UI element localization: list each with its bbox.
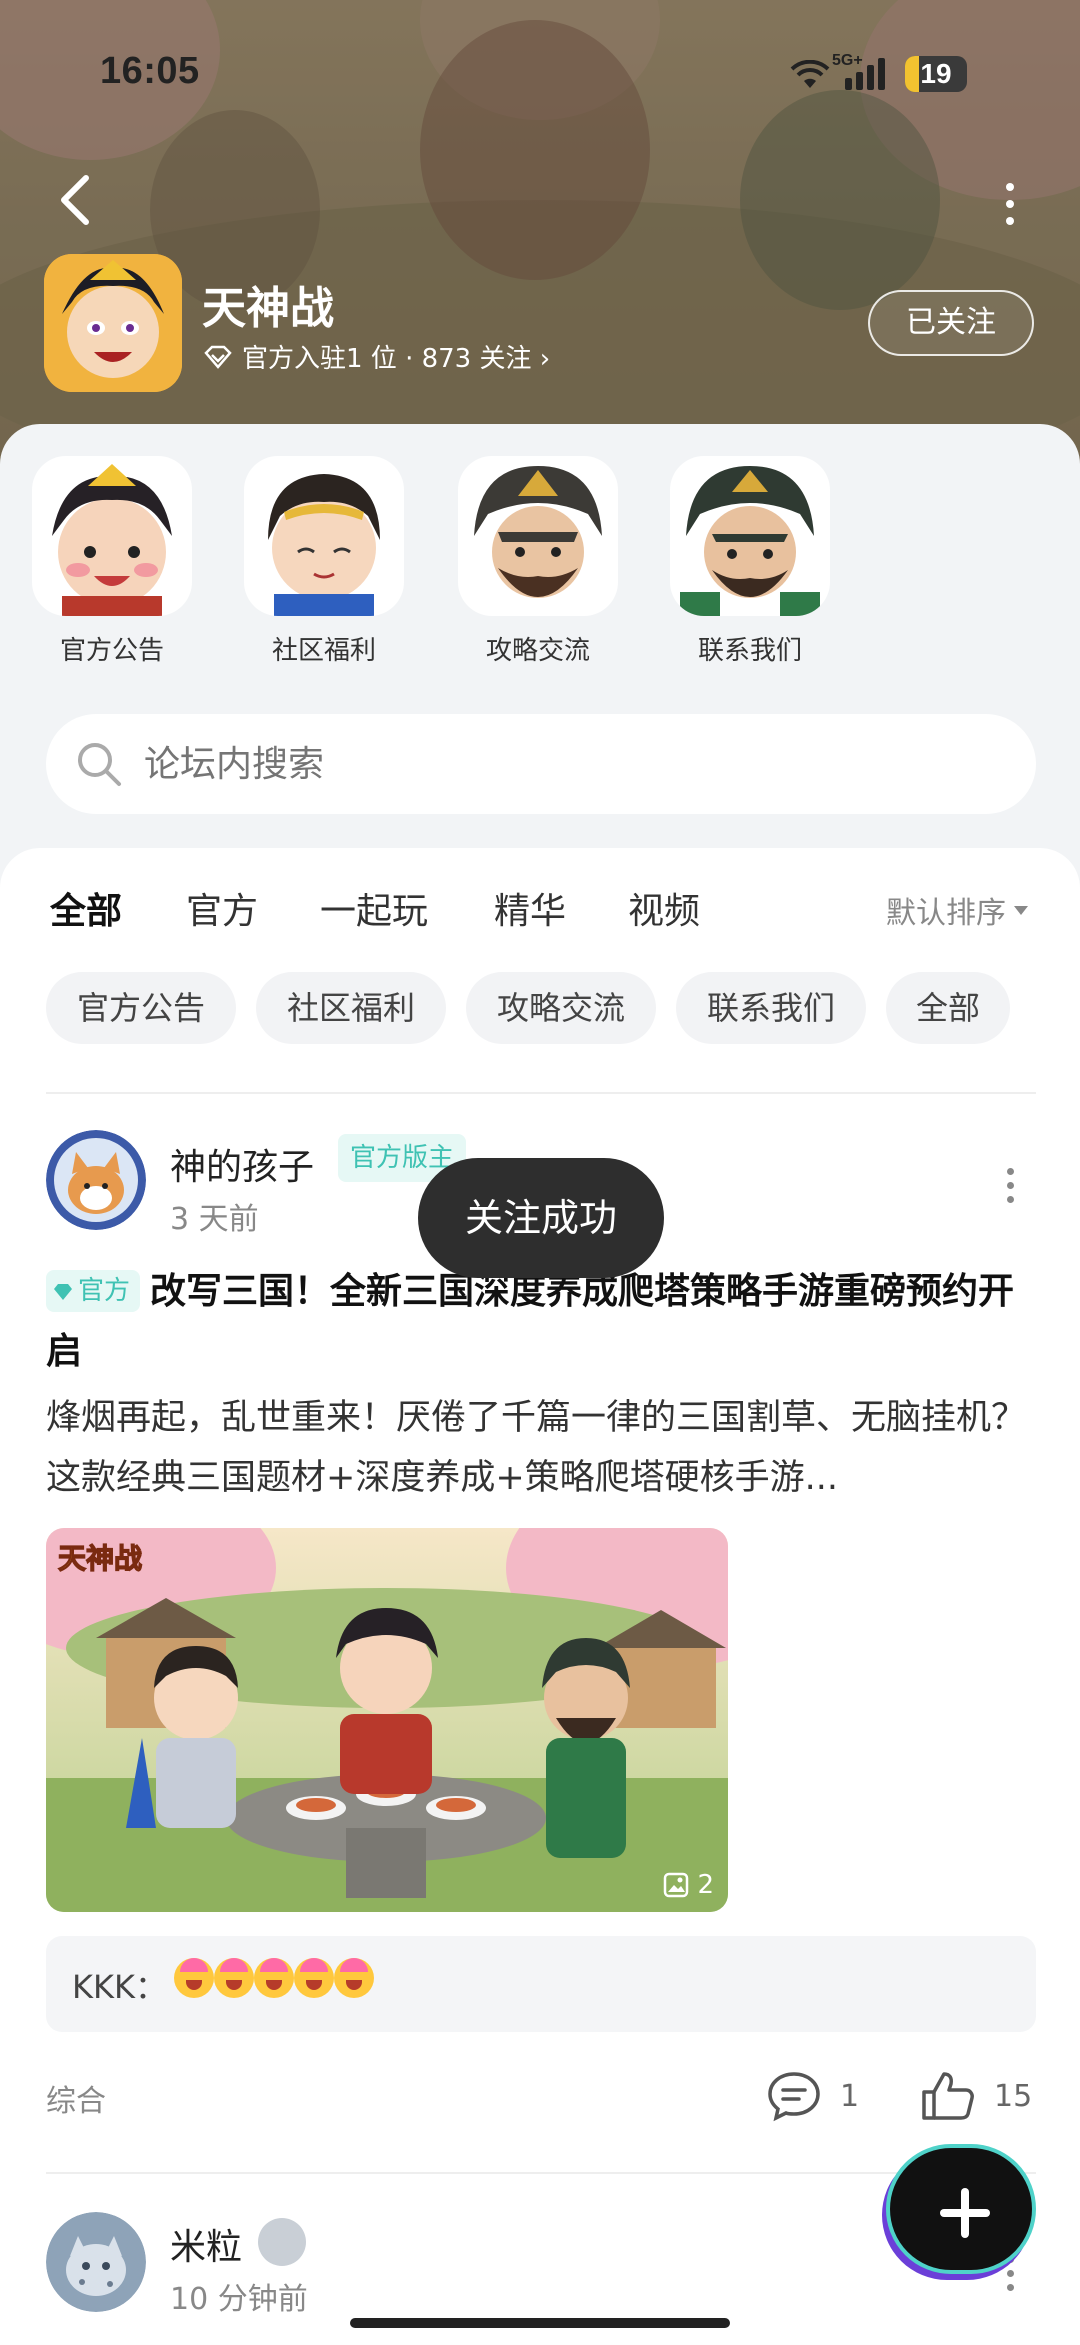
shortcut-contact-us[interactable]: 联系我们 <box>670 456 830 667</box>
chip-strategy-exchange[interactable]: 攻略交流 <box>466 972 656 1044</box>
forum-search-bar[interactable] <box>46 714 1036 814</box>
post-more-icon[interactable] <box>1004 1168 1016 1210</box>
thumbs-up-icon <box>922 2072 974 2120</box>
wifi-icon <box>790 60 830 88</box>
shortcut-community-benefits[interactable]: 社区福利 <box>244 456 404 667</box>
back-icon[interactable] <box>52 170 102 230</box>
shortcut-label: 联系我们 <box>697 636 802 666</box>
official-badge-text: 官方 <box>78 1276 131 1306</box>
level-badge-icon <box>258 2218 306 2266</box>
tab-video[interactable]: 视频 <box>628 882 700 934</box>
shortcut-label: 攻略交流 <box>485 636 590 666</box>
heart-eyes-emoji-icon <box>174 1958 214 1998</box>
comment-button[interactable]: 1 <box>766 2070 859 2122</box>
post-image-logo-text: 天神战 <box>58 1542 142 1575</box>
post-time: 10 分钟前 <box>170 2282 308 2317</box>
status-time: 16:05 <box>100 50 200 92</box>
heart-eyes-emoji-icon <box>334 1958 374 1998</box>
follow-button[interactable]: 已关注 <box>868 290 1034 356</box>
battery-indicator: 19 <box>905 56 967 92</box>
forum-title: 天神战 <box>202 283 334 334</box>
caret-down-icon <box>1014 905 1028 915</box>
comment-icon <box>768 2072 820 2122</box>
post-author[interactable]: 米粒 <box>170 2218 242 2270</box>
heart-eyes-emoji-icon <box>294 1958 334 1998</box>
shortcut-row: 官方公告 社区福利 攻略交流 联系我们 <box>0 456 1080 676</box>
comment-author: KKK： <box>72 1968 167 2006</box>
shortcut-strategy-exchange[interactable]: 攻略交流 <box>458 456 618 667</box>
shortcut-image <box>244 456 404 616</box>
comment-count: 1 <box>840 2078 860 2114</box>
shortcut-label: 社区福利 <box>271 636 376 666</box>
heart-eyes-emoji-icon <box>214 1958 254 1998</box>
shortcut-label: 官方公告 <box>59 636 164 666</box>
chip-all[interactable]: 全部 <box>886 972 1010 1044</box>
tab-featured[interactable]: 精华 <box>494 882 566 934</box>
forum-meta-text: 官方入驻1 位 · 873 关注 › <box>242 344 551 374</box>
tab-official[interactable]: 官方 <box>186 882 258 934</box>
chip-official-announcement[interactable]: 官方公告 <box>46 972 236 1044</box>
category-chips: 官方公告 社区福利 攻略交流 联系我们 全部 <box>46 972 1080 1044</box>
forum-logo <box>44 254 182 392</box>
image-count-text: 2 <box>697 1870 714 1900</box>
official-badge: 官方 <box>46 1270 141 1312</box>
forum-meta[interactable]: 官方入驻1 位 · 873 关注 › <box>204 338 550 375</box>
toast-message: 关注成功 <box>418 1158 664 1278</box>
author-avatar[interactable] <box>46 1130 146 1230</box>
sort-dropdown[interactable]: 默认排序 <box>886 888 1028 932</box>
like-count: 15 <box>994 2078 1033 2114</box>
diamond-icon <box>204 345 232 369</box>
status-bar: 16:05 5G+ 19 <box>0 0 1080 150</box>
top-comment[interactable]: KKK： <box>46 1936 1036 2032</box>
like-button[interactable]: 15 <box>920 2070 1032 2122</box>
divider <box>46 1092 1036 1094</box>
post-time: 3 天前 <box>170 1202 259 1237</box>
search-input[interactable] <box>144 743 944 785</box>
sort-label: 默认排序 <box>886 896 1006 931</box>
post-title[interactable]: 官方 改写三国！全新三国深度养成爬塔策略手游重磅预约开启 <box>46 1262 1046 1382</box>
shortcut-image <box>458 456 618 616</box>
heart-eyes-emoji-icon <box>254 1958 294 1998</box>
post-category: 综合 <box>46 2084 106 2119</box>
more-options-icon[interactable] <box>990 178 1030 228</box>
diamond-icon <box>54 1284 72 1300</box>
chip-community-benefits[interactable]: 社区福利 <box>256 972 446 1044</box>
signal-icon <box>845 58 885 90</box>
post-author[interactable]: 神的孩子 <box>170 1138 314 1190</box>
shortcut-image <box>670 456 830 616</box>
post-title-text: 改写三国！全新三国深度养成爬塔策略手游重磅预约开启 <box>46 1271 1015 1372</box>
image-stack-icon <box>664 1872 689 1898</box>
author-avatar[interactable] <box>46 2212 146 2312</box>
divider <box>46 2172 1036 2174</box>
shortcut-image <box>32 456 192 616</box>
tab-play-together[interactable]: 一起玩 <box>320 882 428 934</box>
tab-all[interactable]: 全部 <box>50 882 122 942</box>
home-indicator[interactable] <box>350 2318 730 2328</box>
post-image[interactable]: 天神战 2 <box>46 1528 728 1912</box>
chip-contact-us[interactable]: 联系我们 <box>676 972 866 1044</box>
create-post-button[interactable] <box>886 2144 1036 2274</box>
post-excerpt[interactable]: 烽烟再起，乱世重来！厌倦了千篇一律的三国割草、无脑挂机？这款经典三国题材+深度养… <box>46 1388 1046 1508</box>
search-icon <box>78 743 121 786</box>
battery-level: 19 <box>920 58 952 89</box>
shortcut-official-announcement[interactable]: 官方公告 <box>32 456 192 667</box>
image-count: 2 <box>663 1870 714 1900</box>
